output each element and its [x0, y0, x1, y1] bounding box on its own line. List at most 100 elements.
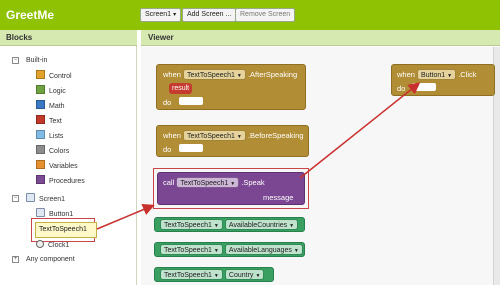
chevron-down-icon: ▾	[173, 12, 177, 18]
expand-icon[interactable]: +	[12, 256, 19, 263]
tree-screen1-label: Screen1	[39, 196, 66, 203]
builtin-lists[interactable]: Lists	[36, 130, 63, 142]
when-label: when	[163, 70, 181, 79]
component-dropdown-label: TextToSpeech1	[164, 247, 212, 254]
tree-button1-label: Button1	[49, 211, 74, 218]
top-bar: GreetMe Screen1 ▾ Add Screen ... Remove S…	[0, 0, 500, 30]
component-dropdown-label: TextToSpeech1	[187, 72, 235, 79]
collapse-icon[interactable]: −	[12, 57, 19, 64]
component-dropdown[interactable]: Button1 ▼	[417, 69, 457, 80]
component-dropdown[interactable]: TextToSpeech1 ▼	[176, 177, 240, 188]
builtin-procedures-label: Procedures	[49, 178, 85, 185]
call-label: call	[163, 178, 175, 187]
when-label: when	[163, 131, 181, 140]
event-name: .AfterSpeaking	[247, 70, 298, 79]
property-dropdown-label: Country	[228, 272, 254, 279]
chevron-down-icon: ▼	[213, 273, 219, 279]
colors-swatch-icon	[36, 145, 45, 154]
component-dropdown-label: TextToSpeech1	[187, 133, 235, 140]
property-dropdown-label: AvailableCountries	[228, 222, 288, 229]
builtin-logic[interactable]: Logic	[36, 85, 66, 97]
builtin-math[interactable]: Math	[36, 100, 65, 112]
screen-icon	[26, 193, 35, 202]
property-dropdown[interactable]: Country ▼	[224, 269, 265, 280]
property-getter-block[interactable]: TextToSpeech1 ▼ AvailableLanguages ▼	[154, 242, 305, 257]
builtin-variables[interactable]: Variables	[36, 160, 78, 172]
blocks-panel-header: Blocks	[0, 30, 137, 46]
builtin-colors-label: Colors	[49, 148, 70, 155]
property-getter-block[interactable]: TextToSpeech1 ▼ Country ▼	[154, 267, 274, 282]
when-label: when	[397, 70, 415, 79]
result-param[interactable]: result	[169, 83, 193, 94]
event-name: .BeforeSpeaking	[247, 131, 304, 140]
builtin-text[interactable]: Text	[36, 115, 62, 127]
chevron-down-icon: ▼	[289, 223, 295, 229]
do-slot	[179, 97, 203, 105]
message-arg-label: message	[263, 193, 294, 202]
builtin-variables-label: Variables	[49, 163, 78, 170]
text-swatch-icon	[36, 115, 45, 124]
variables-swatch-icon	[36, 160, 45, 169]
screen-selector[interactable]: Screen1 ▾	[140, 8, 182, 22]
builtin-logic-label: Logic	[49, 88, 66, 95]
collapse-icon[interactable]: −	[12, 195, 19, 202]
builtin-math-label: Math	[49, 103, 65, 110]
do-slot	[179, 144, 203, 152]
add-screen-button[interactable]: Add Screen ...	[182, 8, 237, 22]
chevron-down-icon: ▼	[213, 223, 219, 229]
screen-selector-label: Screen1	[145, 11, 172, 18]
procedures-swatch-icon	[36, 175, 45, 184]
chevron-down-icon: ▼	[447, 73, 453, 79]
speak-call-block[interactable]: call TextToSpeech1 ▼ .Speak message	[157, 172, 305, 205]
tree-any-component[interactable]: Any component	[26, 254, 75, 266]
button-click-event-block[interactable]: when Button1 ▼ .Click do	[391, 64, 495, 96]
property-getter-block[interactable]: TextToSpeech1 ▼ AvailableCountries ▼	[154, 217, 305, 232]
component-dropdown[interactable]: TextToSpeech1 ▼	[160, 244, 223, 255]
viewer-header: Viewer	[141, 30, 500, 46]
component-dropdown-label: TextToSpeech1	[164, 272, 212, 279]
builtin-control[interactable]: Control	[36, 70, 72, 82]
tree-builtin[interactable]: Built-in	[26, 55, 47, 67]
property-dropdown-label: AvailableLanguages	[228, 247, 292, 254]
lists-swatch-icon	[36, 130, 45, 139]
chevron-down-icon: ▼	[230, 181, 236, 187]
do-slot	[412, 83, 436, 91]
after-speaking-event-block[interactable]: when TextToSpeech1 ▼ .AfterSpeaking resul…	[156, 64, 306, 110]
math-swatch-icon	[36, 100, 45, 109]
button-icon	[36, 208, 45, 217]
component-dropdown[interactable]: TextToSpeech1 ▼	[160, 219, 223, 230]
tree-clock1-label: Clock1	[48, 242, 70, 249]
do-label: do	[163, 145, 172, 154]
method-name: .Speak	[241, 178, 265, 187]
builtin-lists-label: Lists	[49, 133, 64, 140]
chevron-down-icon: ▼	[293, 248, 299, 254]
component-dropdown[interactable]: TextToSpeech1 ▼	[160, 269, 223, 280]
chevron-down-icon: ▼	[236, 73, 242, 79]
chevron-down-icon: ▼	[236, 134, 242, 140]
tree-screen1[interactable]: Screen1	[26, 193, 65, 205]
tree-texttospeech1[interactable]: TextToSpeech1	[35, 222, 97, 238]
component-dropdown-label: Button1	[421, 72, 446, 79]
chevron-down-icon: ▼	[255, 273, 261, 279]
component-dropdown[interactable]: TextToSpeech1 ▼	[183, 130, 246, 141]
tree-clock1[interactable]: Clock1	[36, 240, 69, 252]
builtin-colors[interactable]: Colors	[36, 145, 69, 157]
event-name: .Click	[458, 70, 477, 79]
component-dropdown[interactable]: TextToSpeech1 ▼	[183, 69, 246, 80]
app-title: GreetMe	[6, 8, 55, 22]
remove-screen-button[interactable]: Remove Screen	[235, 8, 296, 22]
builtin-control-label: Control	[49, 73, 72, 80]
logic-swatch-icon	[36, 85, 45, 94]
component-dropdown-label: TextToSpeech1	[180, 180, 229, 187]
chevron-down-icon: ▼	[213, 248, 219, 254]
property-dropdown[interactable]: AvailableCountries ▼	[224, 219, 299, 230]
before-speaking-event-block[interactable]: when TextToSpeech1 ▼ .BeforeSpeaking do	[156, 125, 309, 157]
component-dropdown-label: TextToSpeech1	[164, 222, 212, 229]
builtin-text-label: Text	[49, 118, 62, 125]
do-label: do	[397, 84, 406, 93]
do-label: do	[163, 98, 172, 107]
property-dropdown[interactable]: AvailableLanguages ▼	[224, 244, 303, 255]
builtin-procedures[interactable]: Procedures	[36, 175, 85, 187]
control-swatch-icon	[36, 70, 45, 79]
clock-icon	[36, 240, 44, 248]
